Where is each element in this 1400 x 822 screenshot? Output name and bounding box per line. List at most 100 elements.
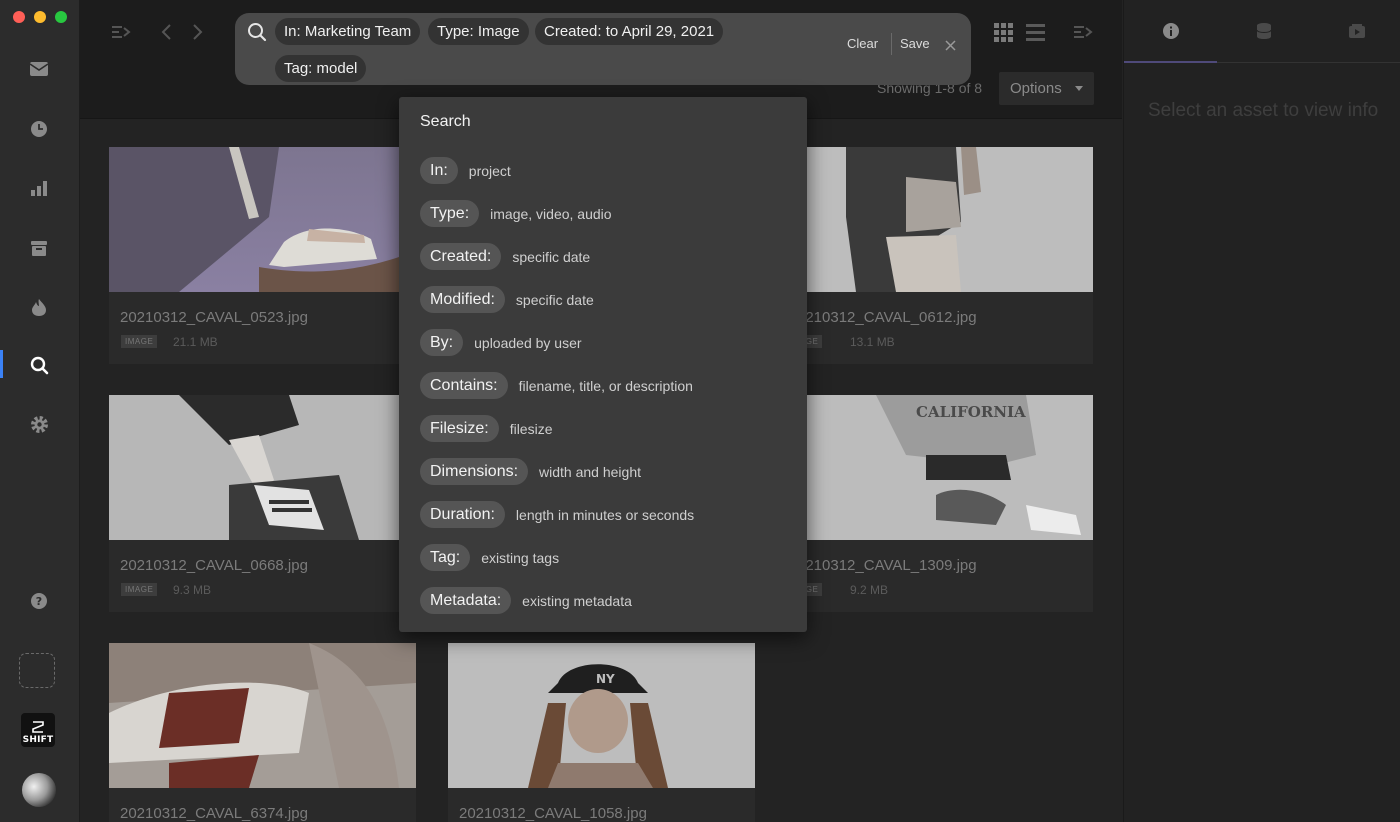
filter-key: Tag: — [420, 544, 471, 571]
back-arrow-icon[interactable] — [155, 21, 177, 43]
clock-icon[interactable] — [28, 118, 50, 140]
shift-logo-text: SHIFT — [22, 735, 54, 745]
asset-filesize: 21.1 MB — [173, 335, 218, 349]
forward-arrow-icon[interactable] — [187, 21, 209, 43]
search-chip-tag[interactable]: Tag: model — [275, 55, 367, 82]
save-search-button[interactable]: Save — [900, 36, 930, 51]
filter-option-modified[interactable]: Modified: specific date — [420, 286, 594, 313]
asset-filename: 0210312_CAVAL_1309.jpg — [797, 557, 977, 574]
window-zoom-button[interactable] — [55, 11, 67, 23]
filter-key: Contains: — [420, 372, 508, 399]
app-sidebar: ? SHIFT — [0, 0, 80, 822]
filter-desc: filename, title, or description — [518, 377, 693, 394]
empty-state-message: Select an asset to view info — [1148, 100, 1379, 121]
tab-info[interactable] — [1124, 0, 1217, 62]
search-chip-in[interactable]: In: Marketing Team — [275, 18, 421, 45]
help-icon[interactable]: ? — [28, 590, 50, 612]
panel-toggle-icon[interactable] — [1072, 21, 1094, 43]
search-bar-icon — [247, 22, 267, 47]
asset-type-badge: IMAGE — [121, 335, 158, 348]
window-minimize-button[interactable] — [34, 11, 46, 23]
window-close-button[interactable] — [13, 11, 25, 23]
chip-key: In: — [284, 23, 301, 40]
tab-metadata[interactable] — [1217, 0, 1310, 62]
filter-desc: width and height — [539, 463, 641, 480]
filter-desc: project — [468, 162, 511, 179]
asset-card[interactable]: 0210312_CAVAL_0612.jpg IMAGE 13.1 MB — [786, 147, 1093, 364]
asset-filename: 20210312_CAVAL_0668.jpg — [120, 557, 308, 574]
filter-key: Filesize: — [420, 415, 499, 442]
filter-option-created[interactable]: Created: specific date — [420, 243, 590, 270]
asset-thumbnail — [109, 147, 416, 292]
filter-desc: specific date — [512, 248, 591, 265]
filter-option-metadata[interactable]: Metadata: existing metadata — [420, 587, 632, 614]
grid-view-icon[interactable] — [992, 21, 1014, 43]
asset-card[interactable]: NY 20210312_CAVAL_1058.jpg — [448, 643, 755, 822]
asset-filesize: 9.3 MB — [173, 583, 212, 597]
flame-icon[interactable] — [28, 296, 50, 318]
database-icon — [1256, 23, 1271, 39]
asset-filename: 20210312_CAVAL_6374.jpg — [120, 805, 308, 822]
archive-icon[interactable] — [28, 237, 50, 259]
filter-option-type[interactable]: Type: image, video, audio — [420, 200, 612, 227]
asset-filename: 0210312_CAVAL_0612.jpg — [797, 309, 977, 326]
bar-chart-icon[interactable] — [28, 177, 50, 199]
asset-card[interactable]: 20210312_CAVAL_6374.jpg — [109, 643, 416, 822]
chip-value: Image — [477, 23, 520, 40]
chevron-down-icon — [1075, 86, 1083, 91]
search-chip-created[interactable]: Created: to April 29, 2021 — [535, 18, 724, 45]
gear-icon[interactable] — [28, 413, 50, 435]
filter-option-by[interactable]: By: uploaded by user — [420, 329, 582, 356]
asset-card[interactable]: 20210312_CAVAL_0523.jpg IMAGE 21.1 MB — [109, 147, 416, 364]
filter-key: Created: — [420, 243, 502, 270]
asset-filesize: 13.1 MB — [850, 335, 895, 349]
search-filter-dropdown: Search In: project Type: image, video, a… — [399, 97, 807, 632]
filter-option-duration[interactable]: Duration: length in minutes or seconds — [420, 501, 694, 528]
info-icon — [1162, 23, 1179, 39]
filter-desc: existing tags — [481, 549, 560, 566]
asset-filename: 20210312_CAVAL_0523.jpg — [120, 309, 308, 326]
asset-card[interactable]: 20210312_CAVAL_0668.jpg IMAGE 9.3 MB — [109, 395, 416, 612]
search-bar[interactable]: In: Marketing Team Type: Image Created: … — [235, 13, 971, 85]
asset-thumbnail — [786, 147, 1093, 292]
filter-option-dimensions[interactable]: Dimensions: width and height — [420, 458, 641, 485]
shift-logo[interactable]: SHIFT — [21, 713, 55, 747]
asset-card[interactable]: CALIFORNIA 0210312_CAVAL_1309.jpg IMAGE … — [786, 395, 1093, 612]
asset-thumbnail — [109, 643, 416, 788]
active-nav-indicator — [0, 350, 3, 378]
filter-option-filesize[interactable]: Filesize: filesize — [420, 415, 552, 442]
svg-text:NY: NY — [596, 672, 615, 686]
filter-key: Dimensions: — [420, 458, 529, 485]
close-icon[interactable] — [945, 38, 956, 56]
add-workspace-button[interactable] — [19, 653, 55, 688]
search-chip-type[interactable]: Type: Image — [428, 18, 529, 45]
divider — [891, 33, 892, 55]
dropdown-title: Search — [420, 113, 471, 130]
asset-thumbnail: NY — [448, 643, 755, 788]
chip-key: Type: — [437, 23, 474, 40]
filter-option-contains[interactable]: Contains: filename, title, or descriptio… — [420, 372, 693, 399]
asset-filesize: 9.2 MB — [850, 583, 889, 597]
filter-key: Type: — [420, 200, 480, 227]
filter-option-in[interactable]: In: project — [420, 157, 511, 184]
filter-key: Modified: — [420, 286, 505, 313]
sidebar-toggle-icon[interactable] — [110, 21, 132, 43]
search-icon[interactable] — [28, 354, 50, 376]
info-panel: Select an asset to view info — [1123, 0, 1400, 822]
avatar[interactable] — [22, 773, 56, 807]
list-view-icon[interactable] — [1024, 21, 1046, 43]
asset-type-badge: IMAGE — [121, 583, 158, 596]
tab-media[interactable] — [1310, 0, 1400, 62]
options-label: Options — [1010, 80, 1062, 97]
filter-desc: specific date — [515, 291, 594, 308]
active-tab-underline — [1124, 61, 1217, 63]
filter-option-tag[interactable]: Tag: existing tags — [420, 544, 559, 571]
clear-button[interactable]: Clear — [847, 36, 878, 51]
inbox-icon[interactable] — [28, 58, 50, 80]
options-dropdown[interactable]: Options — [999, 72, 1094, 105]
svg-text:?: ? — [36, 595, 42, 608]
filter-desc: uploaded by user — [474, 334, 582, 351]
filter-desc: existing metadata — [522, 592, 632, 609]
shift-logo-mark — [32, 721, 44, 733]
svg-text:CALIFORNIA: CALIFORNIA — [916, 403, 1026, 421]
